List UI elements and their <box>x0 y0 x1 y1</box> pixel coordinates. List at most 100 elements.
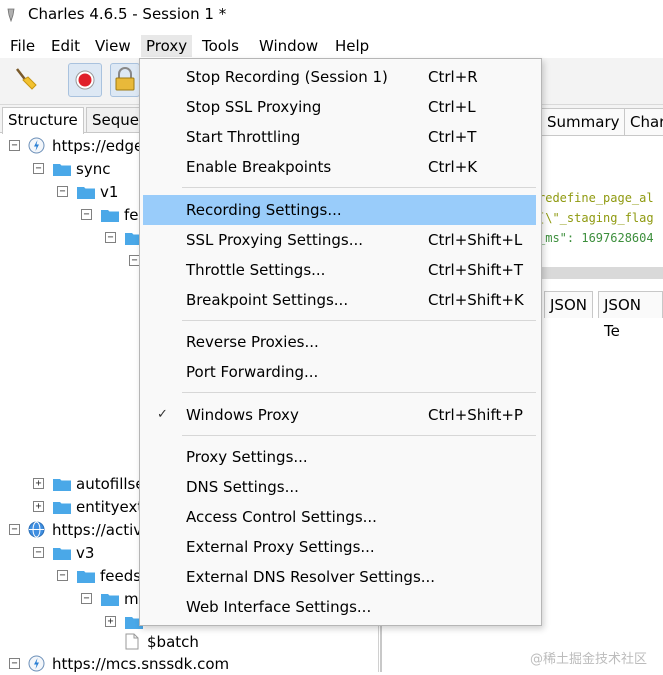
menu-item-stop-recording[interactable]: Stop Recording (Session 1) Ctrl+R <box>143 62 536 92</box>
menu-help[interactable]: Help <box>330 35 374 57</box>
lock-icon <box>115 67 135 91</box>
charles-app-icon <box>7 8 15 22</box>
ssl-proxying-button[interactable] <box>110 63 140 97</box>
collapse-toggle[interactable]: − <box>81 593 92 604</box>
tab-sequence[interactable]: Seque <box>86 107 146 132</box>
menu-tools[interactable]: Tools <box>197 35 244 57</box>
folder-icon <box>77 571 95 583</box>
tree-label: fe <box>124 206 139 224</box>
record-button[interactable] <box>68 63 102 97</box>
menu-item-dns-settings[interactable]: DNS Settings... <box>143 472 536 502</box>
folder-icon <box>53 502 71 514</box>
menu-item-label: External DNS Resolver Settings... <box>186 568 436 586</box>
menu-item-recording-settings[interactable]: Recording Settings... <box>143 195 536 225</box>
menu-item-shortcut: Ctrl+L <box>428 98 476 116</box>
collapse-toggle[interactable]: − <box>9 524 20 535</box>
tree-label: sync <box>76 160 111 178</box>
code-line: _ms": 1697628604 <box>538 231 654 245</box>
menu-view[interactable]: View <box>90 35 136 57</box>
menu-bar: File Edit View Proxy Tools Window Help <box>0 30 663 58</box>
tree-label: https://edge <box>52 137 144 155</box>
menu-item-shortcut: Ctrl+R <box>428 68 478 86</box>
menu-item-start-throttling[interactable]: Start Throttling Ctrl+T <box>143 122 536 152</box>
menu-item-label: External Proxy Settings... <box>186 538 375 556</box>
menu-item-label: Reverse Proxies... <box>186 333 319 351</box>
tree-label: $batch <box>147 633 199 651</box>
tree-row[interactable]: $batch <box>0 631 378 653</box>
menu-item-ssl-proxying-settings[interactable]: SSL Proxying Settings... Ctrl+Shift+L <box>143 225 536 255</box>
folder-icon <box>77 187 95 199</box>
menu-item-external-proxy-settings[interactable]: External Proxy Settings... <box>143 532 536 562</box>
broom-icon <box>16 68 37 90</box>
menu-item-proxy-settings[interactable]: Proxy Settings... <box>143 442 536 472</box>
checkmark-icon: ✓ <box>157 407 168 422</box>
tab-summary[interactable]: Summary <box>541 108 626 135</box>
menu-item-reverse-proxies[interactable]: Reverse Proxies... <box>143 327 536 357</box>
tree-label: https://activ <box>52 521 143 539</box>
menu-item-shortcut: Ctrl+Shift+K <box>428 291 524 309</box>
menu-window[interactable]: Window <box>254 35 323 57</box>
folder-icon <box>101 210 119 222</box>
clear-session-button[interactable] <box>8 63 42 97</box>
record-icon <box>75 70 95 90</box>
menu-item-label: Port Forwarding... <box>186 363 319 381</box>
globe-icon <box>28 521 45 538</box>
collapse-toggle[interactable]: − <box>57 186 68 197</box>
collapse-toggle[interactable]: − <box>9 658 20 669</box>
collapse-toggle[interactable]: − <box>33 163 44 174</box>
menu-edit[interactable]: Edit <box>46 35 85 57</box>
menu-item-shortcut: Ctrl+K <box>428 158 478 176</box>
menu-item-label: Start Throttling <box>186 128 301 146</box>
folder-icon <box>53 479 71 491</box>
menu-item-shortcut: Ctrl+Shift+T <box>428 261 524 279</box>
folder-icon <box>53 164 71 176</box>
tab-structure[interactable]: Structure <box>2 107 84 134</box>
menu-item-stop-ssl-proxying[interactable]: Stop SSL Proxying Ctrl+L <box>143 92 536 122</box>
menu-item-shortcut: Ctrl+T <box>428 128 477 146</box>
menu-item-label: Proxy Settings... <box>186 448 308 466</box>
tree-label: feeds <box>100 567 142 585</box>
menu-item-enable-breakpoints[interactable]: Enable Breakpoints Ctrl+K <box>143 152 536 182</box>
expand-toggle[interactable]: + <box>33 478 44 489</box>
tree-label: v3 <box>76 544 95 562</box>
menu-item-label: DNS Settings... <box>186 478 299 496</box>
menu-item-label: Windows Proxy <box>186 406 299 424</box>
menu-item-breakpoint-settings[interactable]: Breakpoint Settings... Ctrl+Shift+K <box>143 285 536 315</box>
menu-file[interactable]: File <box>5 35 40 57</box>
menu-item-label: Stop SSL Proxying <box>186 98 322 116</box>
menu-separator <box>182 392 536 393</box>
menu-item-external-dns-resolver-settings[interactable]: External DNS Resolver Settings... <box>143 562 536 592</box>
menu-item-web-interface-settings[interactable]: Web Interface Settings... <box>143 592 536 622</box>
menu-item-label: Recording Settings... <box>186 201 342 219</box>
menu-item-label: SSL Proxying Settings... <box>186 231 364 249</box>
document-icon <box>125 633 139 650</box>
collapse-toggle[interactable]: − <box>81 209 92 220</box>
expand-toggle[interactable]: + <box>105 616 116 627</box>
proxy-menu: Stop Recording (Session 1) Ctrl+R Stop S… <box>139 58 542 626</box>
collapse-toggle[interactable]: − <box>105 232 116 243</box>
menu-item-access-control-settings[interactable]: Access Control Settings... <box>143 502 536 532</box>
tree-label: entityext <box>76 498 144 516</box>
tab-json[interactable]: JSON <box>544 291 593 318</box>
menu-item-label: Stop Recording (Session 1) <box>186 68 388 86</box>
menu-item-label: Breakpoint Settings... <box>186 291 349 309</box>
tab-json-text[interactable]: JSON Te <box>598 291 663 340</box>
collapse-toggle[interactable]: − <box>57 570 68 581</box>
tree-label: m <box>124 590 139 608</box>
code-line: redefine_page_al <box>538 191 654 205</box>
tab-chart[interactable]: Char <box>624 108 663 135</box>
menu-item-port-forwarding[interactable]: Port Forwarding... <box>143 357 536 387</box>
menu-item-windows-proxy[interactable]: ✓ Windows Proxy Ctrl+Shift+P <box>143 400 536 430</box>
collapse-toggle[interactable]: − <box>9 140 20 151</box>
menu-separator <box>182 435 536 436</box>
code-line: [\"_staging_flag <box>538 211 654 225</box>
menu-proxy[interactable]: Proxy <box>141 35 193 57</box>
collapse-toggle[interactable]: − <box>33 547 44 558</box>
menu-item-label: Access Control Settings... <box>186 508 377 526</box>
menu-item-label: Throttle Settings... <box>186 261 326 279</box>
watermark: @稀土掘金技术社区 <box>530 652 648 667</box>
host-bolt-icon <box>28 137 45 154</box>
menu-item-throttle-settings[interactable]: Throttle Settings... Ctrl+Shift+T <box>143 255 536 285</box>
expand-toggle[interactable]: + <box>33 501 44 512</box>
menu-item-label: Web Interface Settings... <box>186 598 372 616</box>
